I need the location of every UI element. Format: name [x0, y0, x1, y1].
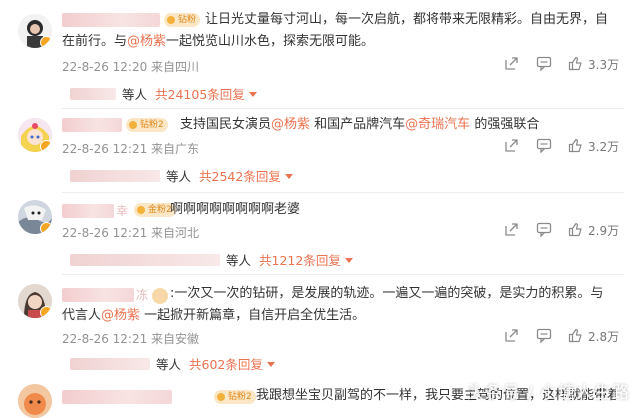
share-icon[interactable] [504, 56, 519, 74]
share-icon[interactable] [504, 138, 519, 156]
avatar[interactable] [18, 384, 52, 418]
like-count: 3.2万 [588, 140, 620, 154]
comment-meta: 22-8-26 12:21 来自广东 [62, 142, 200, 156]
replier-names-blurred [70, 88, 116, 100]
reply-summary[interactable]: 等人 共2542条回复 [70, 166, 293, 185]
mention-link[interactable]: @奇瑞汽车 [405, 117, 470, 132]
comment-actions: 2.9万 [504, 222, 624, 240]
verified-badge-icon [40, 222, 52, 234]
like-count: 2.8万 [588, 330, 620, 344]
share-icon[interactable] [504, 328, 519, 346]
comment-text: 让日光丈量每寸河山，每一次启航，都将带来无限精彩。自由无界，自在前行。与@杨紫一… [62, 12, 609, 49]
replier-names-blurred [70, 358, 150, 370]
comment-meta: 22-8-26 12:20 来自四川 [62, 60, 200, 74]
like-icon[interactable] [568, 56, 583, 74]
comment-actions: 3.2万 [504, 138, 624, 156]
comment-actions: 2.8万 [504, 328, 624, 346]
like-icon[interactable] [568, 222, 583, 240]
avatar[interactable] [18, 200, 52, 234]
comment-icon[interactable] [536, 222, 552, 240]
expand-arrow-icon[interactable] [284, 174, 293, 179]
comment-meta: 22-8-26 12:21 来自河北 [62, 226, 200, 240]
divider [62, 192, 624, 193]
mention-link[interactable]: @杨紫 [101, 308, 140, 323]
username-blurred[interactable] [62, 390, 172, 404]
avatar[interactable] [18, 118, 52, 152]
replier-names-blurred [70, 254, 220, 266]
fan-badge: 钻粉2 [214, 390, 256, 404]
reply-summary[interactable]: 等人 共24105条回复 [70, 84, 257, 103]
share-icon[interactable] [504, 222, 519, 240]
replier-names-blurred [70, 170, 160, 182]
comment-text: 支持国民女演员@杨紫 和国产品牌汽车@奇瑞汽车 的强强联合 [180, 117, 540, 132]
mention-link[interactable]: @杨紫 [127, 34, 166, 49]
like-count: 2.9万 [588, 224, 620, 238]
comment-text: :一次又一次的钻研，是发展的轨迹。一遍又一遍的突破，是实力的积累。与代言人@杨紫… [62, 286, 604, 323]
reply-summary[interactable]: 等人 共1212条回复 [70, 250, 353, 269]
comment-icon[interactable] [536, 138, 552, 156]
comment-icon[interactable] [536, 56, 552, 74]
comment-icon[interactable] [536, 328, 552, 346]
avatar[interactable] [18, 284, 52, 318]
verified-badge-icon [40, 140, 52, 152]
watermark: 头条号 / 小塘人生路 [466, 383, 630, 403]
avatar[interactable] [18, 14, 52, 48]
like-icon[interactable] [568, 138, 583, 156]
comment-text: 啊啊啊啊啊啊啊啊老婆 [170, 202, 301, 217]
expand-arrow-icon[interactable] [266, 362, 275, 367]
divider [62, 108, 624, 109]
like-icon[interactable] [568, 328, 583, 346]
verified-badge-icon [40, 36, 52, 48]
reply-summary[interactable]: 等人 共602条回复 [70, 354, 275, 373]
mention-link[interactable]: @杨紫 [271, 117, 310, 132]
like-count: 3.3万 [588, 58, 620, 72]
comment-meta: 22-8-26 12:21 来自安徽 [62, 332, 200, 346]
expand-arrow-icon[interactable] [344, 258, 353, 263]
divider [62, 274, 624, 275]
expand-arrow-icon[interactable] [248, 92, 257, 97]
comment-actions: 3.3万 [504, 56, 624, 74]
verified-badge-icon [40, 306, 52, 318]
